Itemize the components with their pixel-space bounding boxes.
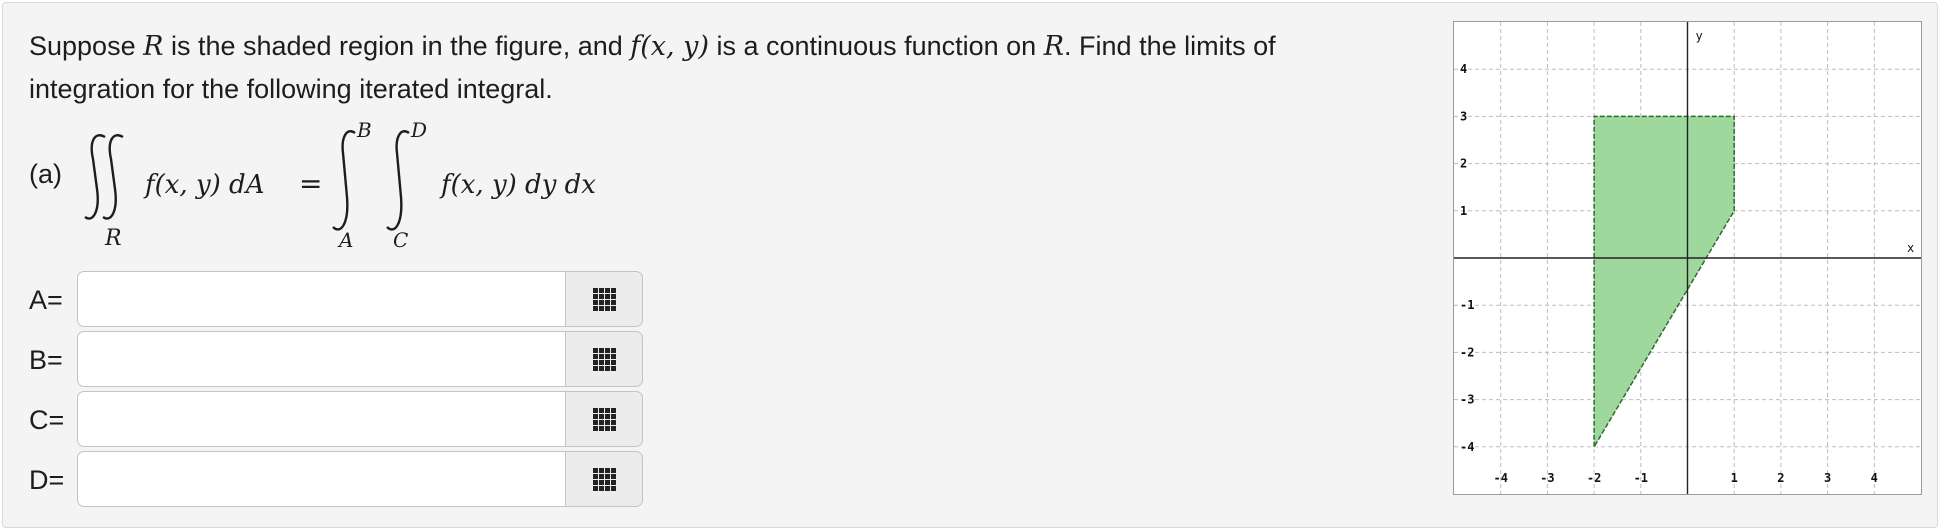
field-label-a: A= <box>29 285 63 315</box>
intro-text-2: is the shaded region in the figure, and <box>163 31 631 61</box>
y-tick-label: 3 <box>1460 109 1467 123</box>
grid-icon <box>592 467 616 491</box>
rhs-integrand: f(x, y) dy dx <box>439 170 596 200</box>
x-axis-label: x <box>1907 241 1914 255</box>
region-subscript: R <box>104 226 122 249</box>
double-integral-sign-1 <box>84 134 106 220</box>
region-symbol: R <box>143 31 164 62</box>
answer-fields: A= B= C= D= <box>29 271 669 511</box>
intro-text-3: is a continuous function on <box>708 31 1044 61</box>
answer-row-a: A= <box>29 271 669 331</box>
x-tick-label: -3 <box>1540 471 1554 485</box>
region-symbol: R <box>1043 31 1065 62</box>
grid-icon <box>592 287 616 311</box>
answer-input-d[interactable] <box>77 451 565 507</box>
inner-upper-limit: D <box>410 119 427 142</box>
math-palette-button-b[interactable] <box>565 331 643 387</box>
y-tick-label: 1 <box>1460 204 1467 218</box>
lhs-integrand: f(x, y) dA <box>143 170 264 200</box>
double-integral-sign-2 <box>102 134 124 220</box>
equals-sign: = <box>299 167 322 200</box>
region-graph: x y -4 -3 -2 -1 1 2 3 4 4 3 2 1 -1 -2 -3 -4 <box>1453 21 1922 495</box>
answer-input-b[interactable] <box>77 331 565 387</box>
y-axis-label: y <box>1696 29 1703 43</box>
outer-lower-limit: A <box>337 228 353 249</box>
y-tick-label: -3 <box>1460 393 1474 407</box>
y-tick-label: -2 <box>1460 345 1474 359</box>
answer-input-a[interactable] <box>77 271 565 327</box>
outer-integral-sign <box>332 130 356 231</box>
question-panel: Suppose R is the shaded region in the fi… <box>2 2 1938 528</box>
x-tick-label: 3 <box>1824 471 1831 485</box>
function-expression: f(x, y) <box>630 31 709 62</box>
inner-lower-limit: C <box>393 228 408 249</box>
part-a: (a) R f(x, y) dA = B A D C f(x, y) dy dx <box>29 119 729 249</box>
part-label: (a) <box>29 159 62 189</box>
y-tick-label: -1 <box>1460 298 1474 312</box>
x-tick-label: 2 <box>1777 471 1784 485</box>
answer-row-d: D= <box>29 451 669 511</box>
x-tick-label: 4 <box>1871 471 1878 485</box>
y-tick-label: 4 <box>1460 62 1467 76</box>
x-tick-label: 1 <box>1731 471 1738 485</box>
shaded-region <box>1593 115 1735 450</box>
intro-text-1: Suppose <box>29 31 144 61</box>
math-palette-button-c[interactable] <box>565 391 643 447</box>
math-palette-button-a[interactable] <box>565 271 643 327</box>
grid-icon <box>592 407 616 431</box>
y-tick-label: 2 <box>1460 157 1467 171</box>
y-tick-label: -4 <box>1460 440 1474 454</box>
x-tick-label: -4 <box>1493 471 1507 485</box>
grid-icon <box>592 347 616 371</box>
outer-upper-limit: B <box>356 119 372 142</box>
field-label-c: C= <box>29 405 65 435</box>
iterated-integral-formula: R f(x, y) dA = B A D C f(x, y) dy dx <box>84 119 596 249</box>
x-tick-label: -1 <box>1634 471 1648 485</box>
inner-integral-sign <box>386 130 410 231</box>
math-palette-button-d[interactable] <box>565 451 643 507</box>
answer-row-c: C= <box>29 391 669 451</box>
answer-row-b: B= <box>29 331 669 391</box>
field-label-d: D= <box>29 465 65 495</box>
problem-statement: Suppose R is the shaded region in the fi… <box>29 25 1409 110</box>
field-label-b: B= <box>29 345 63 375</box>
x-tick-label: -2 <box>1587 471 1601 485</box>
answer-input-c[interactable] <box>77 391 565 447</box>
